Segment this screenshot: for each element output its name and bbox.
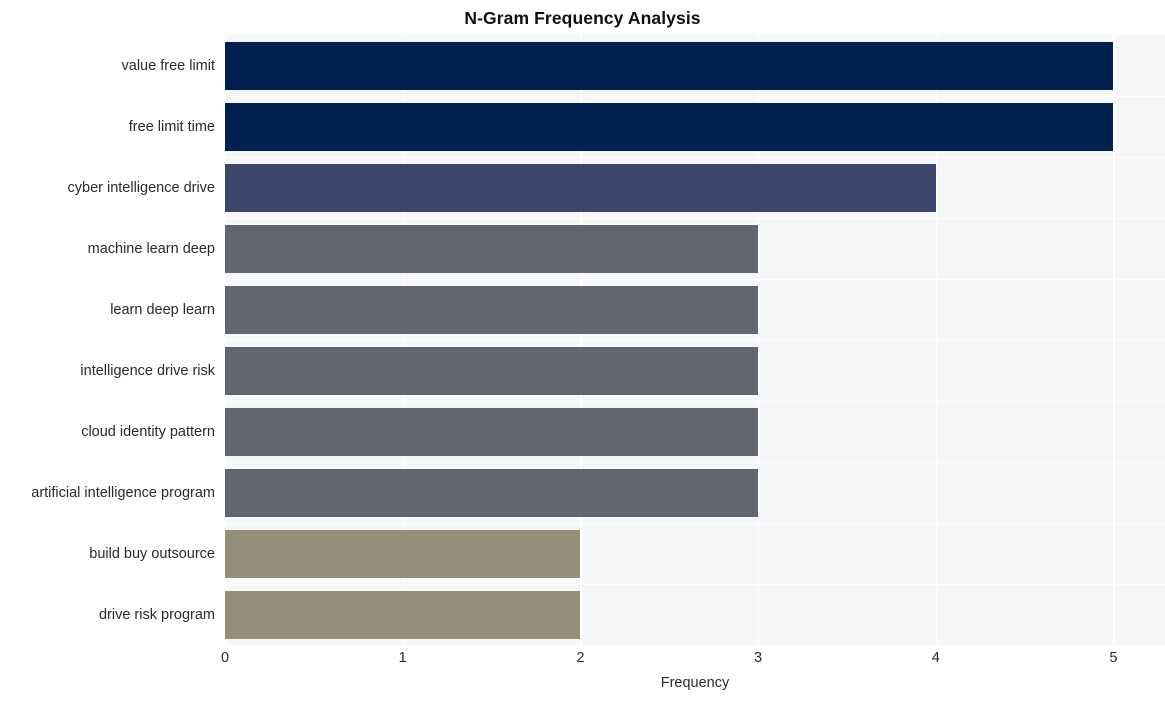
bar[interactable] [225,529,581,578]
y-axis-tick-label: intelligence drive risk [80,362,215,379]
bar[interactable] [225,163,936,212]
y-axis-tick-label: machine learn deep [87,240,215,257]
x-axis-tick-label: 2 [576,650,585,666]
x-axis-tick-label: 0 [220,650,230,666]
gridline-y-6 [225,401,1165,403]
x-axis-tick-label: 4 [931,650,940,666]
y-axis-tick-label: learn deep learn [110,301,215,318]
y-axis-tick-label: build buy outsource [89,545,215,562]
x-axis-tick-label: 3 [754,650,763,666]
gridline-y-5 [225,340,1165,342]
chart-figure: N-Gram Frequency Analysis value free lim… [0,0,1165,701]
bar[interactable] [225,285,759,334]
bar[interactable] [225,407,759,456]
gridline-y-7 [225,462,1165,464]
bar[interactable] [225,590,581,639]
x-axis-tick-label: 5 [1109,650,1118,666]
y-axis-tick-label: drive risk program [98,606,215,623]
gridline-y-8 [225,523,1165,525]
gridline-y-2 [225,157,1165,159]
gridline-y-1 [225,96,1165,98]
gridline-y-3 [225,218,1165,220]
y-axis-tick-label: free limit time [128,118,215,135]
y-axis-tick-label: value free limit [121,57,215,74]
plot-area [225,35,1165,645]
y-axis-tick-label: cyber intelligence drive [67,179,216,196]
y-axis-tick-label: artificial intelligence program [31,484,215,501]
chart-title: N-Gram Frequency Analysis [464,8,701,28]
bar[interactable] [225,41,1114,90]
x-axis-tick-labels: 0 1 2 3 4 5 [0,651,1165,671]
bar[interactable] [225,102,1114,151]
gridline-y-9 [225,584,1165,586]
x-axis-title: Frequency [660,675,730,691]
bar[interactable] [225,468,759,517]
y-axis-tick-labels: value free limit free limit time cyber int… [0,35,215,645]
y-axis-tick-label: cloud identity pattern [81,423,215,440]
bar[interactable] [225,224,759,273]
bar[interactable] [225,346,759,395]
x-axis-tick-label: 1 [398,650,407,666]
gridline-y-4 [225,279,1165,281]
